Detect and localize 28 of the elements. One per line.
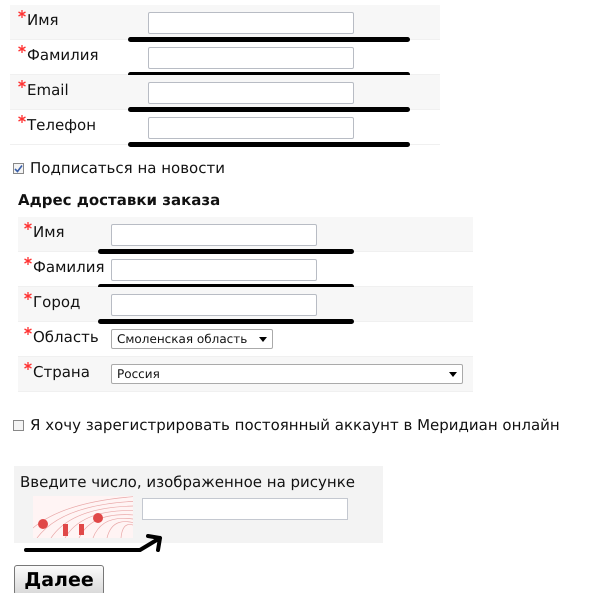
dropdown[interactable]: Смоленская область [111,329,273,349]
checkbox[interactable] [13,420,24,430]
input-field[interactable] [111,259,317,281]
input-field[interactable] [148,47,354,69]
next-button[interactable]: Далее [14,565,104,593]
input-field[interactable] [148,117,354,139]
dropdown[interactable]: Россия [111,364,463,384]
field-label: Имя [33,223,65,241]
field-label: Область [33,328,99,346]
checkbox-label: Я хочу зарегистрировать постоянный аккаунт в Меридиан онлайн [30,416,560,434]
field-label: Телефон [27,116,96,134]
field-label: Страна [33,363,90,381]
input-field[interactable] [111,224,317,246]
checkbox[interactable] [13,162,24,174]
checkbox-label: Подписаться на новости [30,159,225,177]
caret-icon [449,372,457,376]
field-label: Город [33,293,80,311]
caret-icon [259,336,267,342]
input-field[interactable] [142,498,348,520]
captcha-label: Введите число, изображенное на рисунке [20,473,356,491]
input-field[interactable] [111,294,317,316]
input-field[interactable] [148,82,354,104]
field-label: Фамилия [27,46,99,64]
input-field[interactable] [148,12,354,34]
field-label: Имя [27,11,59,29]
field-label: Фамилия [33,258,105,276]
section-title: Адрес доставки заказа [18,191,222,209]
field-label: Email [27,81,69,99]
